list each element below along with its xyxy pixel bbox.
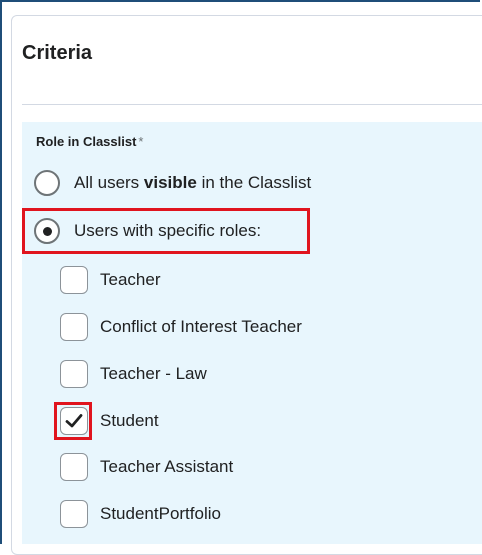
highlight-box-student (54, 402, 92, 440)
role-field-label: Role in Classlist * (36, 134, 143, 149)
role-label-teacher-law: Teacher - Law (100, 364, 207, 383)
role-checkbox-teacher-law[interactable]: Teacher - Law (60, 359, 207, 389)
radio-all-users-label-bold: visible (143, 173, 197, 192)
role-label-studentportfolio: StudentPortfolio (100, 504, 221, 523)
checkbox-unchecked-icon[interactable] (60, 453, 88, 481)
checkbox-unchecked-icon[interactable] (60, 266, 88, 294)
role-label-teacher-assistant: Teacher Assistant (100, 457, 234, 476)
highlight-box-specific-roles (22, 208, 310, 254)
checkbox-unchecked-icon[interactable] (60, 313, 88, 341)
role-label-conflict-of-interest-teacher: Conflict of Interest Teacher (100, 317, 302, 336)
role-label-student: Student (100, 411, 159, 430)
role-checkbox-conflict-of-interest-teacher[interactable]: Conflict of Interest Teacher (60, 312, 302, 342)
title-divider (22, 104, 482, 105)
checkbox-unchecked-icon[interactable] (60, 360, 88, 388)
role-checkbox-teacher-assistant[interactable]: Teacher Assistant (60, 452, 233, 482)
checkbox-unchecked-icon[interactable] (60, 500, 88, 528)
role-checkbox-teacher[interactable]: Teacher (60, 265, 160, 295)
role-field-label-text: Role in Classlist (36, 134, 137, 149)
role-label-teacher: Teacher (100, 270, 161, 289)
card-title: Criteria (22, 42, 93, 64)
role-checkbox-studentportfolio[interactable]: StudentPortfolio (60, 499, 221, 529)
radio-unselected-icon[interactable] (34, 170, 60, 196)
radio-all-users-label-suffix: in the Classlist (196, 173, 312, 192)
radio-all-users[interactable]: All users visible in the Classlist (34, 168, 311, 198)
radio-all-users-label-prefix: All users (74, 173, 144, 192)
required-marker: * (138, 134, 144, 149)
radio-all-users-label: All users visible in the Classlist (74, 173, 311, 193)
